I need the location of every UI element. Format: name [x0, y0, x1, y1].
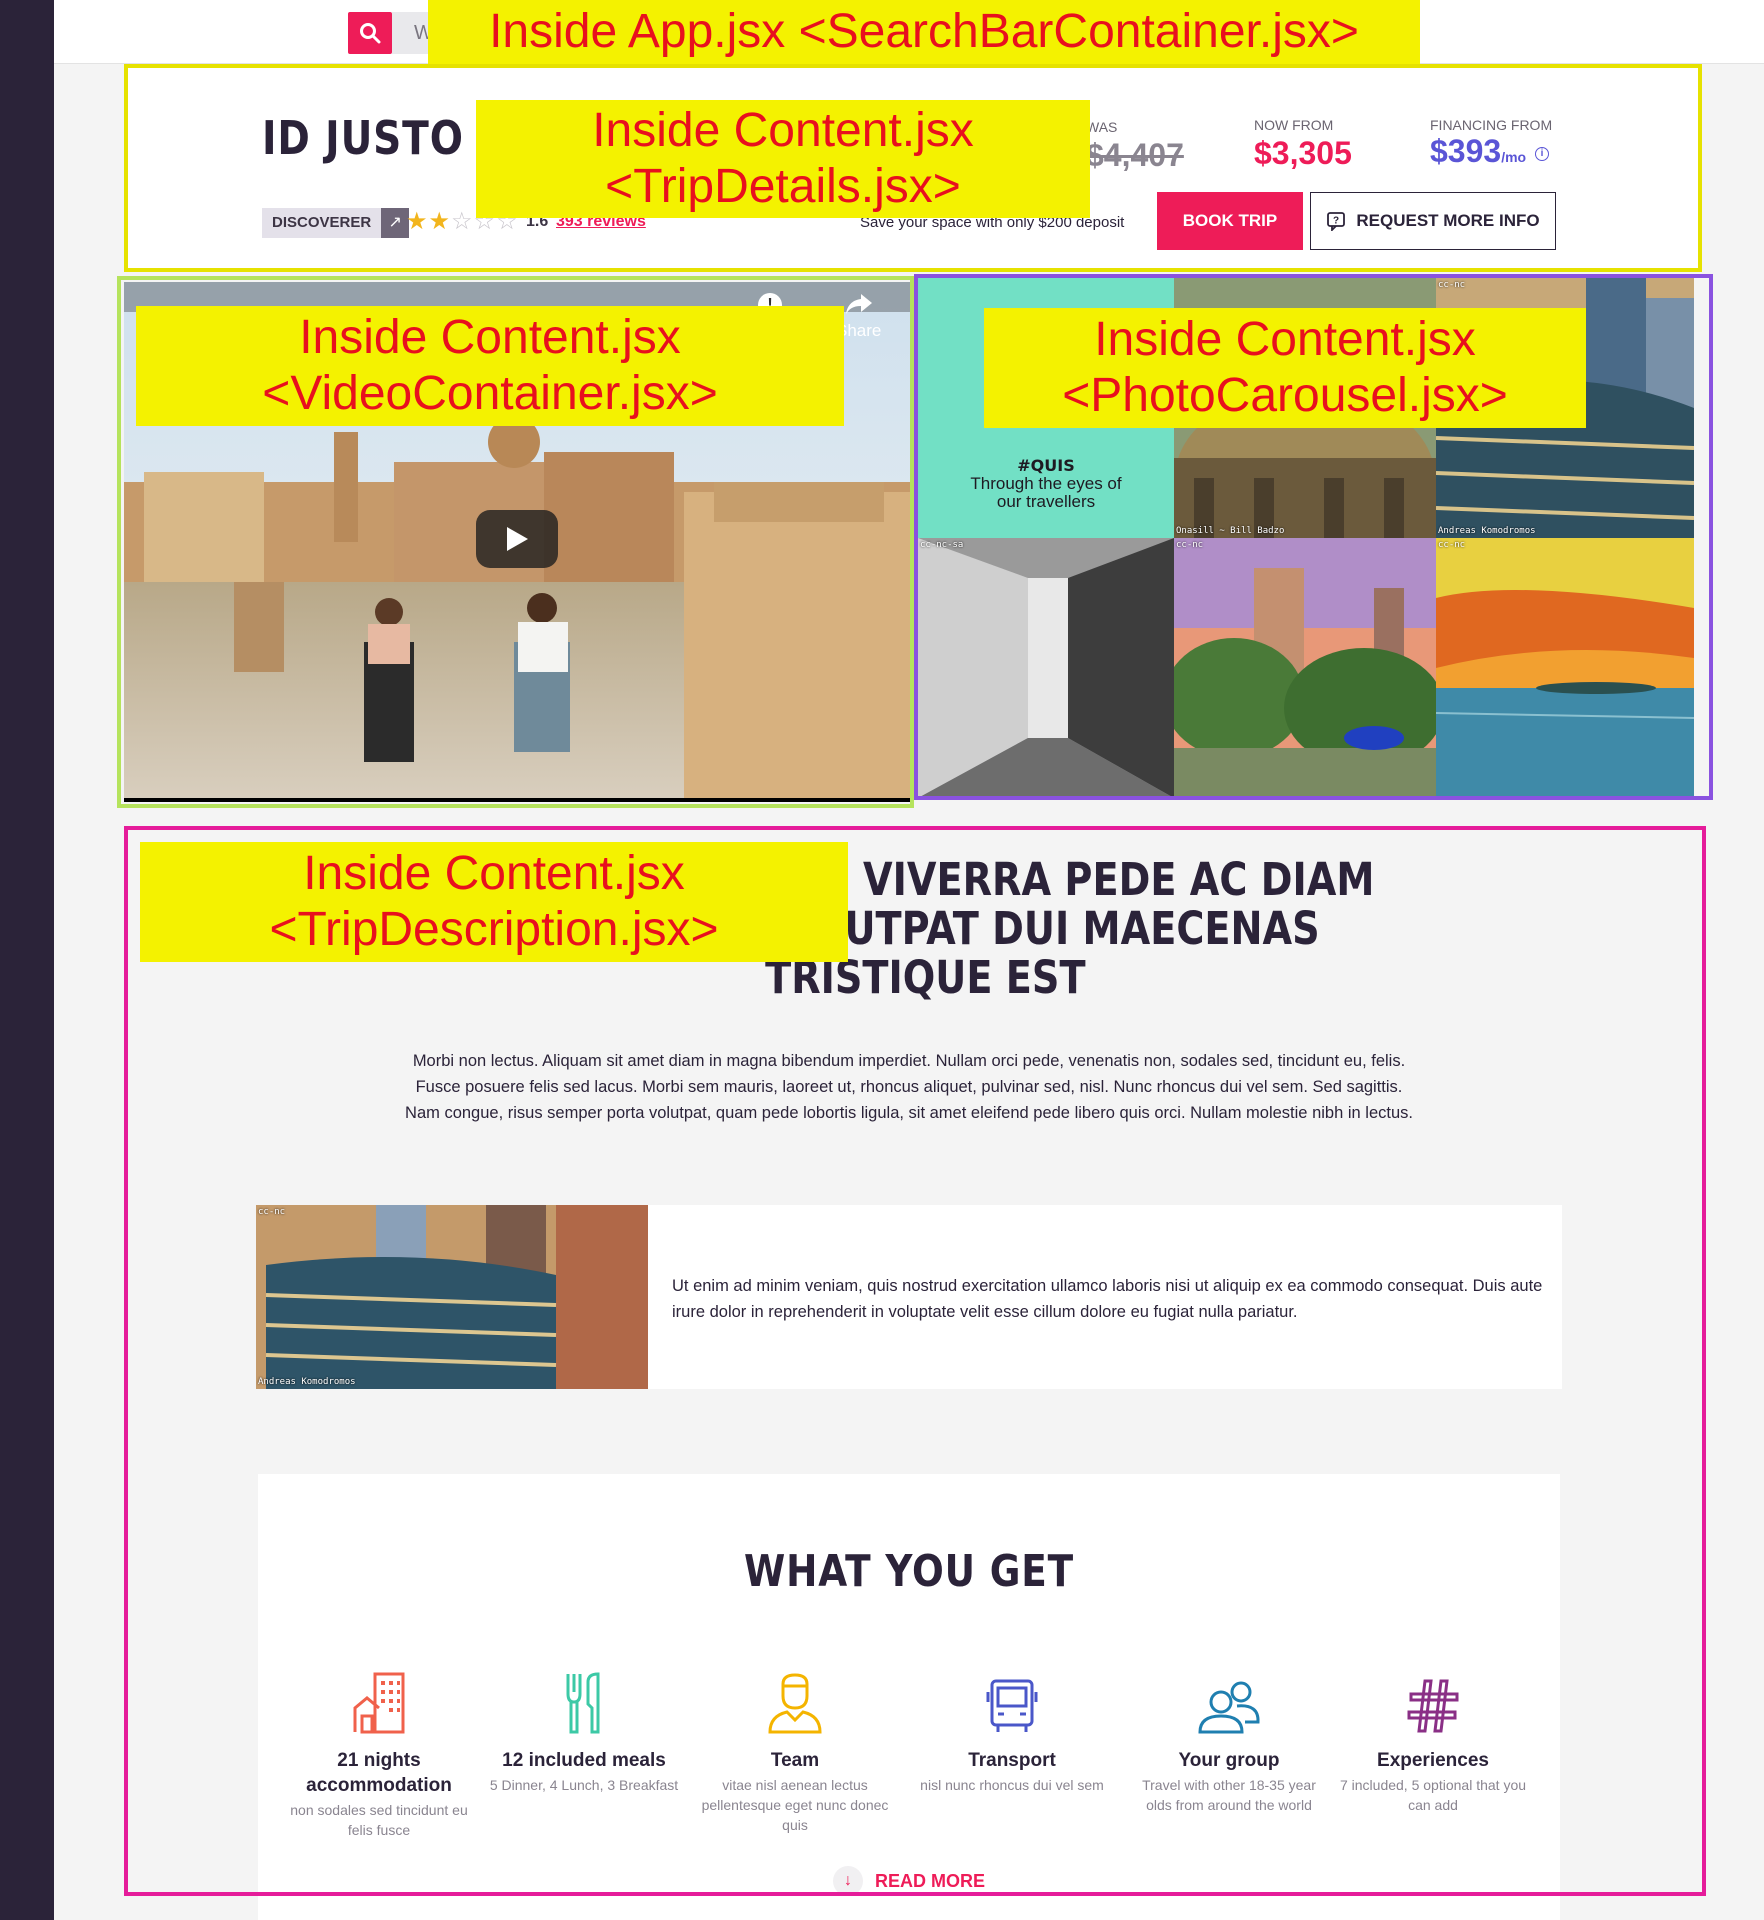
park-photo: [1174, 538, 1436, 798]
arrow-down-icon: ↓: [832, 1866, 863, 1896]
photo-license: cc-nc: [1438, 540, 1466, 550]
arrow-up-right-icon: ↗: [381, 208, 410, 238]
heading-line: QUE VIVERRA PEDE AC DIAM: [760, 853, 1375, 906]
person-icon: [768, 1673, 822, 1734]
photo-credit: Andreas Komodromos: [258, 1377, 356, 1387]
financing-price: $393/mo i: [1430, 133, 1549, 170]
what-you-get: WHAT YOU GET 21 nights accommodation non…: [258, 1474, 1560, 1920]
badge-label: DISCOVERER: [272, 214, 372, 231]
sunset-photo: [1436, 538, 1694, 798]
inclusion-detail: 5 Dinner, 4 Lunch, 3 Breakfast: [489, 1777, 679, 1793]
alley-photo: [918, 538, 1174, 798]
inclusion-detail: nisl nunc rhoncus dui vel sem: [920, 1777, 1104, 1793]
now-label: NOW FROM: [1254, 117, 1334, 133]
description-annotation: Inside Content.jsx <TripDescription.jsx>: [140, 842, 848, 962]
share-icon: [845, 294, 872, 314]
book-trip-button[interactable]: BOOK TRIP: [1157, 192, 1303, 250]
hashtag-icon: [1407, 1679, 1459, 1733]
description-body: Morbi non lectus. Aliquam sit amet diam …: [405, 1052, 1413, 1122]
feature-photo: cc-nc Andreas Komodromos: [256, 1205, 648, 1389]
inclusion-name: 12 included meals: [502, 1750, 666, 1771]
bus-icon: [986, 1679, 1038, 1732]
inclusion-meals: 12 included meals 5 Dinner, 4 Lunch, 3 B…: [489, 1664, 679, 1795]
group-icon: [1198, 1681, 1260, 1734]
photo-credit: Andreas Komodromos: [1438, 526, 1536, 536]
carousel-photo[interactable]: cc-nc: [1174, 538, 1436, 798]
request-info-label: REQUEST MORE INFO: [1356, 211, 1540, 230]
video-progress-bar[interactable]: [124, 798, 910, 802]
financing-amount: $393: [1430, 133, 1502, 169]
what-you-get-title: WHAT YOU GET: [743, 1546, 1075, 1597]
inclusion-name: Team: [770, 1750, 820, 1771]
inclusion-name: Transport: [968, 1750, 1056, 1771]
inclusion-name: Your group: [1178, 1750, 1280, 1771]
inclusion-detail: non sodales sed tincidunt eu felis fusce: [290, 1802, 468, 1838]
trip-details-annotation: Inside Content.jsx <TripDetails.jsx>: [476, 100, 1090, 218]
carousel-annotation: Inside Content.jsx <PhotoCarousel.jsx>: [984, 308, 1586, 428]
inclusion-detail: 7 included, 5 optional that you can add: [1339, 1777, 1527, 1813]
inclusion-name: 21 nights accommodation: [306, 1750, 452, 1796]
was-label: WAS: [1086, 119, 1118, 135]
inclusion-transport: Transport nisl nunc rhoncus dui vel sem: [917, 1664, 1107, 1795]
trip-title: ID JUSTO S: [262, 111, 508, 165]
left-rail: [0, 0, 54, 1920]
building-icon: [353, 1672, 405, 1734]
promo-text: Through the eyes of our travellers: [970, 473, 1122, 511]
carousel-photo[interactable]: cc-nc: [1436, 538, 1694, 798]
inclusion-accommodation: 21 nights accommodation non sodales sed …: [284, 1664, 474, 1840]
info-icon[interactable]: i: [1534, 146, 1549, 161]
inclusion-detail: vitae nisl aenean lectus pellentesque eg…: [701, 1777, 889, 1833]
style-badge[interactable]: DISCOVERER ↗: [262, 208, 410, 238]
feature-text: Ut enim ad minim veniam, quis nostrud ex…: [672, 1277, 1543, 1321]
request-info-button[interactable]: ? REQUEST MORE INFO: [1310, 192, 1556, 250]
photo-license: cc-nc-sa: [920, 540, 964, 550]
video-annotation: Inside Content.jsx <VideoContainer.jsx>: [136, 306, 844, 426]
feature-row: cc-nc Andreas Komodromos Ut enim ad mini…: [256, 1205, 1562, 1389]
read-more-label: READ MORE: [874, 1870, 985, 1891]
inclusion-experiences: Experiences 7 included, 5 optional that …: [1338, 1664, 1528, 1815]
chat-question-icon: ?: [1327, 212, 1346, 231]
search-icon: [360, 23, 381, 44]
svg-text:?: ?: [1333, 216, 1339, 227]
cutlery-icon: [566, 1672, 600, 1734]
was-price: $4,407: [1086, 137, 1184, 173]
read-more-link[interactable]: ↓ READ MORE: [258, 1866, 1560, 1896]
inclusion-team: Team vitae nisl aenean lectus pellentesq…: [700, 1664, 890, 1835]
inclusion-name: Experiences: [1377, 1750, 1489, 1771]
photo-license: cc-nc: [1438, 280, 1466, 290]
promo-hashtag: #QUIS: [1017, 455, 1075, 475]
play-icon: [507, 527, 528, 551]
search-bar-annotation: Inside App.jsx <SearchBarContainer.jsx>: [428, 0, 1420, 64]
search-button[interactable]: [348, 12, 392, 54]
financing-label: FINANCING FROM: [1430, 117, 1553, 133]
photo-license: cc-nc: [1176, 540, 1204, 550]
now-price: $3,305: [1254, 135, 1352, 171]
photo-credit: Onasill ~ Bill Badzo: [1176, 526, 1285, 536]
financing-unit: /mo: [1501, 149, 1527, 165]
photo-license: cc-nc: [258, 1207, 286, 1217]
play-button[interactable]: [476, 510, 558, 568]
carousel-photo[interactable]: cc-nc-sa: [918, 538, 1174, 798]
inclusion-detail: Travel with other 18-35 year olds from a…: [1142, 1777, 1316, 1813]
inclusion-group: Your group Travel with other 18-35 year …: [1134, 1664, 1324, 1815]
